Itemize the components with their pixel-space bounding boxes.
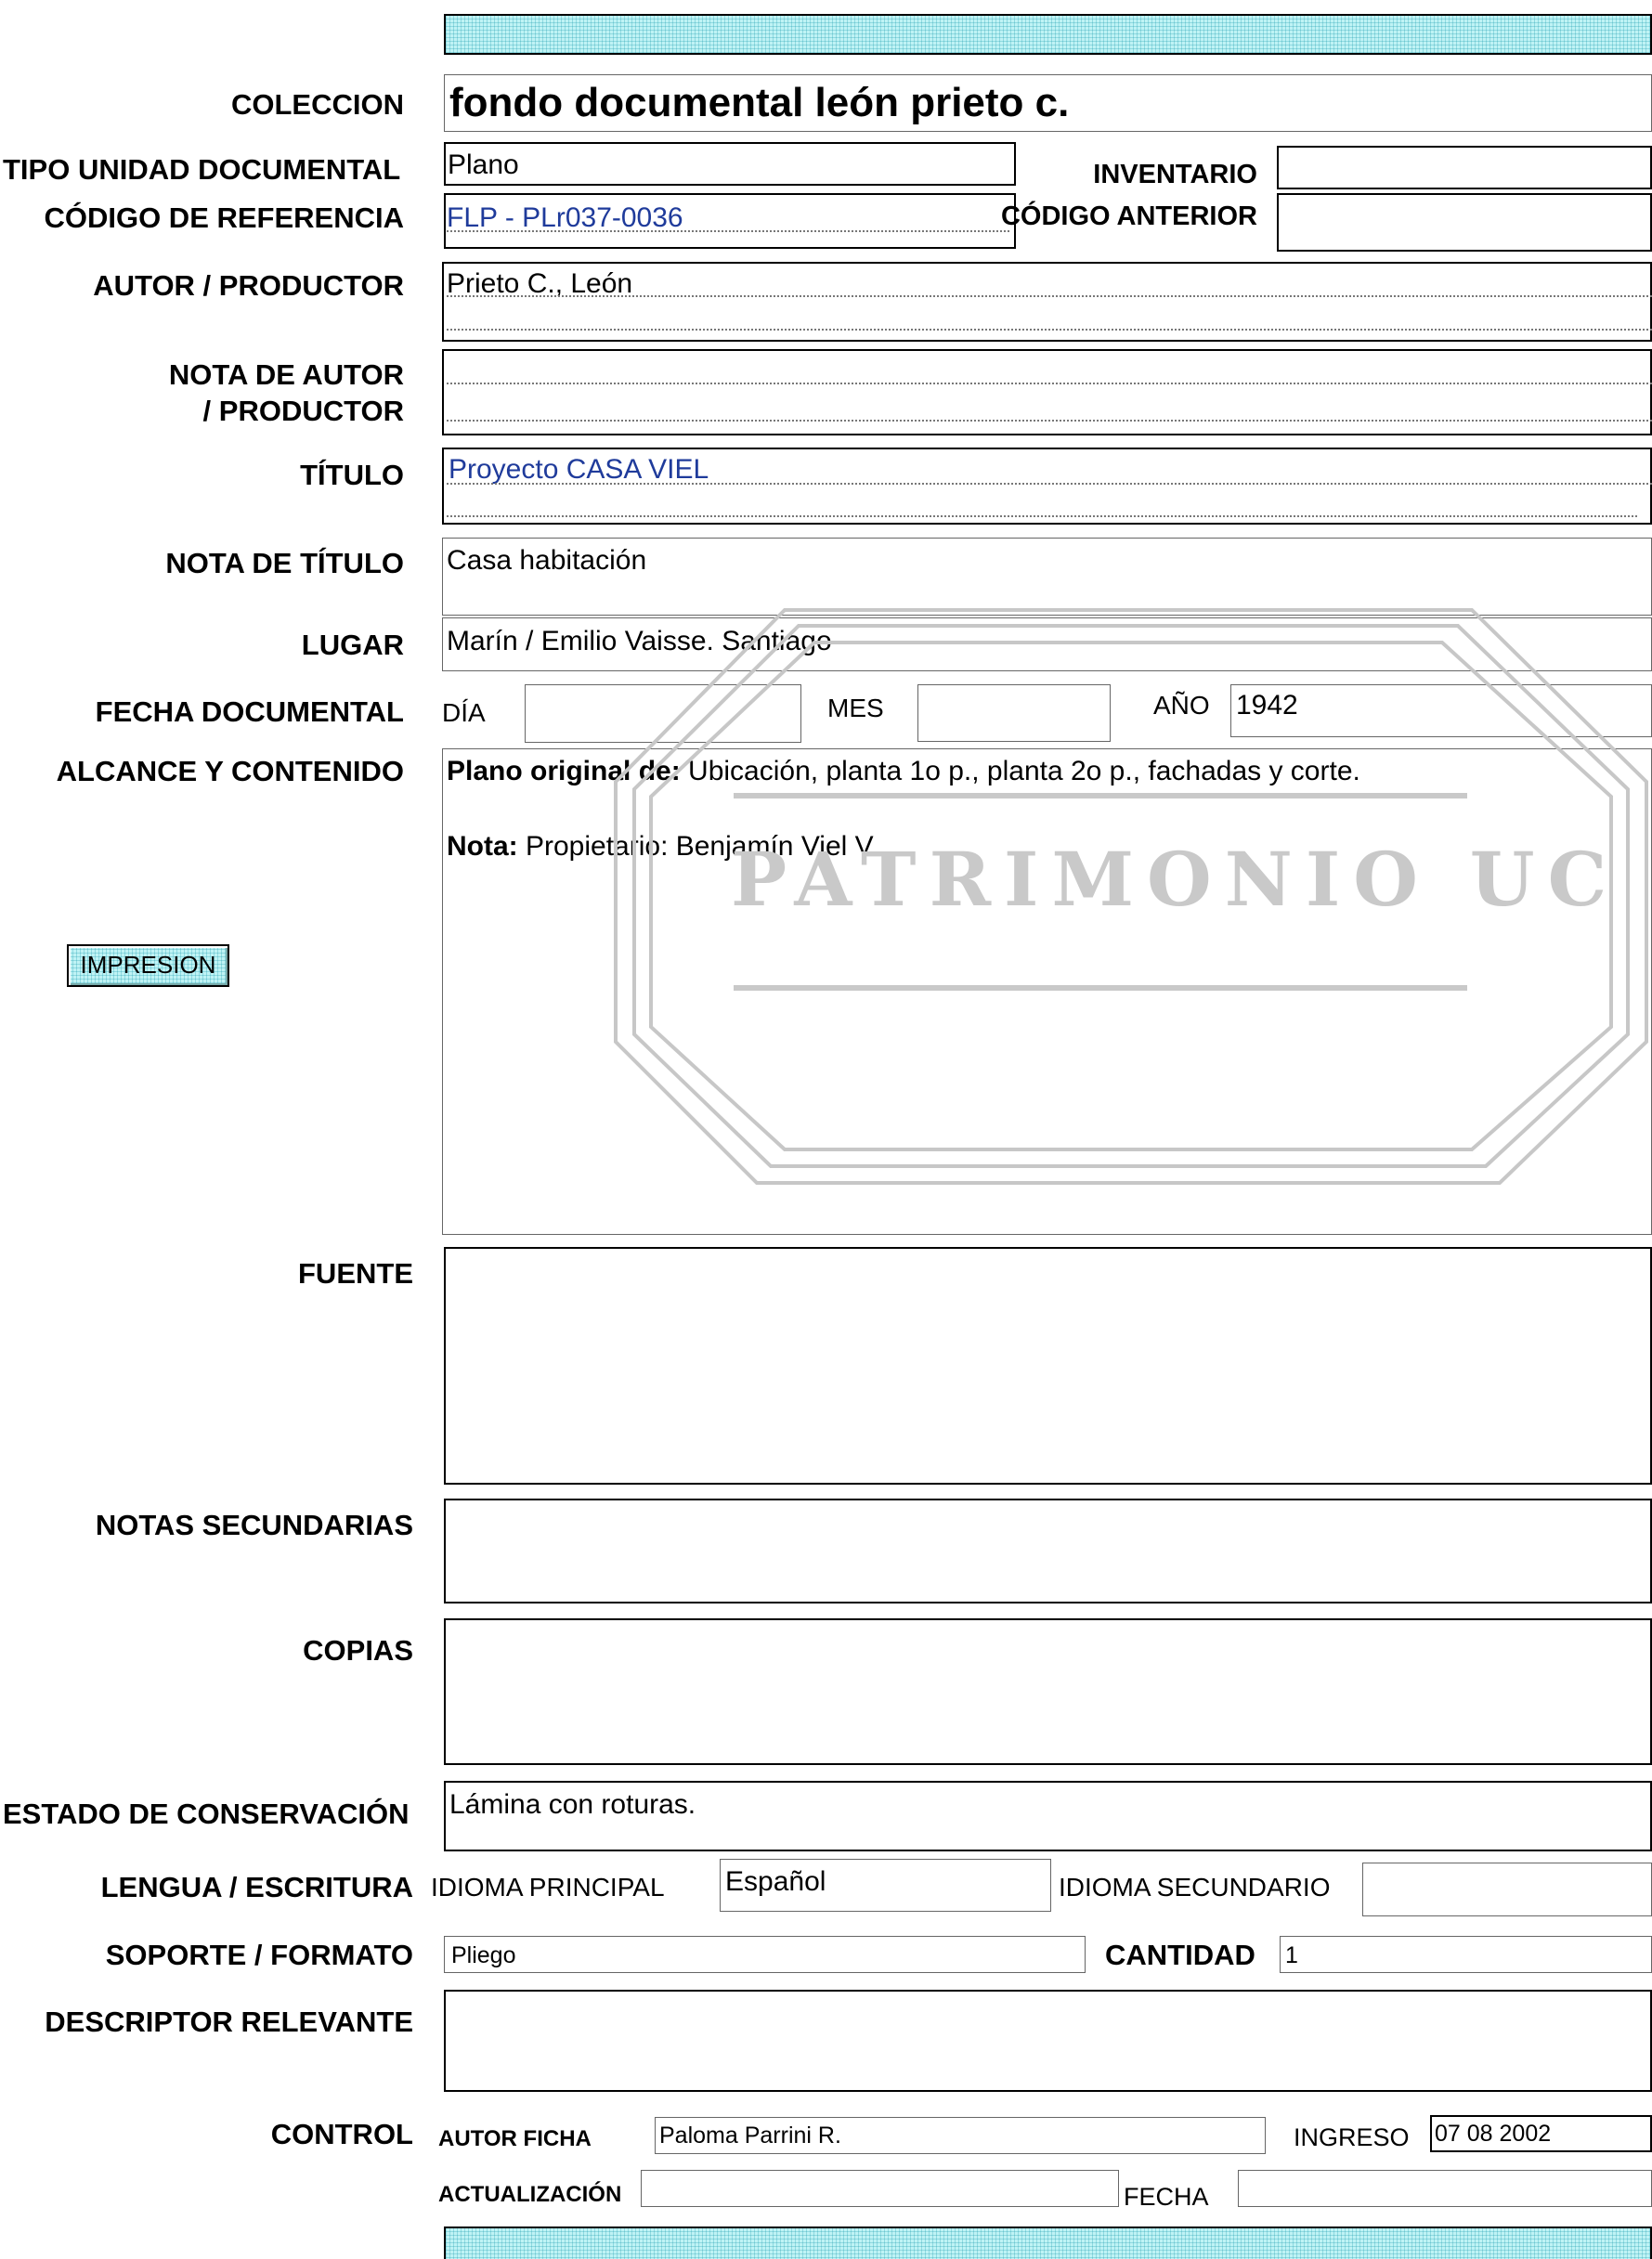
codigo-ant-label: CÓDIGO ANTERIOR: [1000, 201, 1257, 231]
anio-label: AÑO: [1153, 691, 1210, 720]
lengua-label: LENGUA / ESCRITURA: [100, 1871, 413, 1903]
cantidad-value: 1: [1285, 1942, 1298, 1968]
idioma-secundario-label: IDIOMA SECUNDARIO: [1059, 1873, 1331, 1902]
actualizacion-field[interactable]: [641, 2170, 1119, 2207]
ingreso-value: 07 08 2002: [1435, 2121, 1552, 2147]
alcance-field[interactable]: [442, 748, 1652, 1235]
lugar-label: LUGAR: [301, 629, 404, 661]
fuente-label: FUENTE: [298, 1257, 413, 1290]
autor-dotline-1: [447, 295, 1652, 297]
descriptor-label: DESCRIPTOR RELEVANTE: [45, 2006, 413, 2038]
ingreso-label: INGRESO: [1294, 2123, 1410, 2151]
top-header-band: [444, 14, 1652, 55]
notas-sec-label: NOTAS SECUNDARIAS: [95, 1509, 413, 1541]
fecha-control-field[interactable]: [1238, 2170, 1652, 2207]
alcance-label: ALCANCE Y CONTENIDO: [56, 755, 404, 787]
nota-autor-field[interactable]: [442, 349, 1652, 435]
tipo-value: Plano: [448, 149, 519, 180]
nota-titulo-value: Casa habitación: [447, 545, 647, 576]
alcance-line-2-bold: Nota:: [447, 831, 518, 862]
anio-value: 1942: [1236, 690, 1298, 721]
lugar-value: Marín / Emilio Vaisse. Santiago: [447, 626, 832, 656]
nota-autor-dotline-1: [447, 383, 1652, 384]
mes-label: MES: [827, 694, 884, 722]
actualizacion-label: ACTUALIZACIÓN: [438, 2182, 622, 2207]
impresion-button[interactable]: IMPRESION: [67, 944, 229, 987]
fecha-control-label: FECHA: [1124, 2183, 1209, 2211]
bottom-footer-band: [444, 2227, 1652, 2259]
idioma-principal-value: Español: [725, 1866, 826, 1897]
cantidad-field[interactable]: [1280, 1936, 1652, 1973]
tipo-label: TIPO UNIDAD DOCUMENTAL: [3, 153, 401, 186]
coleccion-label: COLECCION: [231, 88, 404, 121]
idioma-secundario-field[interactable]: [1362, 1863, 1652, 1916]
soporte-value: Pliego: [451, 1942, 516, 1968]
codigo-ref-underline: [447, 230, 1009, 232]
autor-label: AUTOR / PRODUCTOR: [93, 269, 404, 302]
nota-autor-label-1: NOTA DE AUTOR: [168, 358, 404, 391]
copias-label: COPIAS: [303, 1634, 413, 1667]
titulo-dotline-1: [447, 483, 1652, 485]
mes-field[interactable]: [917, 684, 1111, 742]
fecha-label: FECHA DOCUMENTAL: [95, 695, 404, 728]
notas-sec-field[interactable]: [444, 1499, 1652, 1603]
autor-dotline-2: [447, 329, 1652, 331]
codigo-ref-label: CÓDIGO DE REFERENCIA: [44, 201, 404, 234]
alcance-line-1-bold: Plano original de:: [447, 756, 681, 786]
coleccion-value: fondo documental león prieto c.: [449, 80, 1070, 125]
dia-label: DÍA: [442, 698, 486, 727]
watermark-text: PATRIMONIO UC: [731, 836, 1620, 923]
estado-value: Lámina con roturas.: [449, 1789, 696, 1820]
cantidad-label: CANTIDAD: [1105, 1939, 1255, 1971]
autor-ficha-value: Paloma Parrini R.: [659, 2123, 841, 2149]
estado-label: ESTADO DE CONSERVACIÓN: [3, 1798, 410, 1830]
alcance-line-1-text: Ubicación, planta 1o p., planta 2o p., f…: [680, 756, 1360, 786]
soporte-label: SOPORTE / FORMATO: [105, 1939, 413, 1971]
copias-field[interactable]: [444, 1618, 1652, 1765]
tipo-field[interactable]: [444, 142, 1016, 186]
nota-titulo-label: NOTA DE TÍTULO: [165, 547, 404, 579]
inventario-field[interactable]: [1277, 146, 1652, 189]
descriptor-field[interactable]: [444, 1990, 1652, 2092]
dia-field[interactable]: [525, 684, 801, 743]
control-label: CONTROL: [270, 2118, 413, 2150]
soporte-field[interactable]: [444, 1936, 1086, 1973]
nota-autor-label-2: / PRODUCTOR: [202, 395, 404, 427]
titulo-label: TÍTULO: [300, 459, 404, 491]
alcance-line-1: Plano original de: Ubicación, planta 1o …: [447, 754, 1360, 789]
titulo-dotline-2: [447, 515, 1637, 517]
idioma-principal-label: IDIOMA PRINCIPAL: [431, 1873, 665, 1902]
autor-ficha-label: AUTOR FICHA: [438, 2126, 592, 2151]
fuente-field[interactable]: [444, 1247, 1652, 1485]
inventario-label: INVENTARIO: [1093, 160, 1257, 189]
codigo-ant-field[interactable]: [1277, 193, 1652, 252]
nota-autor-dotline-2: [447, 420, 1652, 422]
